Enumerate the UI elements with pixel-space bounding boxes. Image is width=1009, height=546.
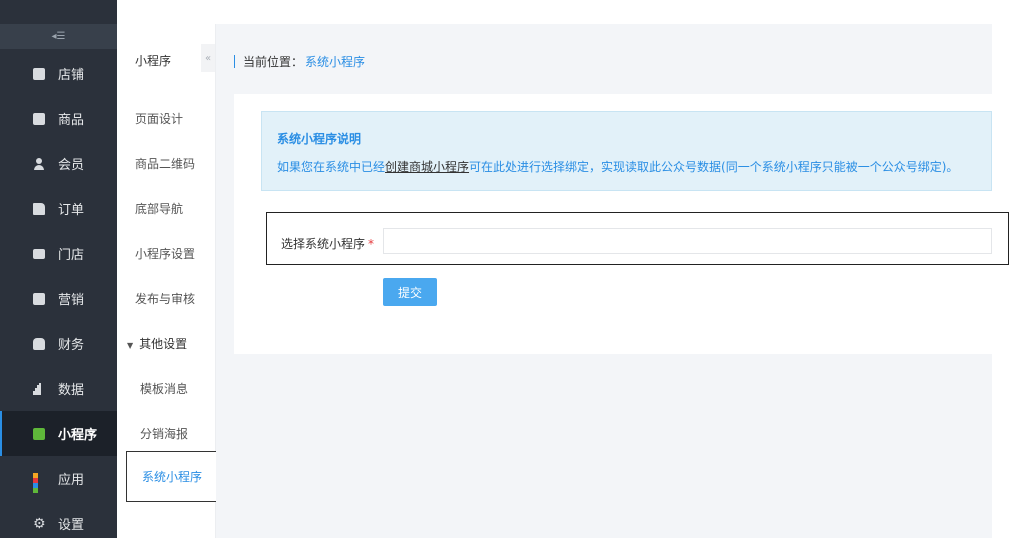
sidebar-item-store[interactable]: 店铺 (0, 51, 117, 96)
form-label-text: 选择系统小程序 (281, 237, 366, 251)
submenu-item-page-design[interactable]: 页面设计 (135, 110, 183, 127)
sidebar-item-branch-store[interactable]: 门店 (0, 231, 117, 276)
gift-icon (33, 292, 45, 305)
form-label: 选择系统小程序 * (281, 235, 374, 252)
notice-text-after: 可在此处进行选择绑定，实现读取此公众号数据(同一个系统小程序只能被一个公众号绑定… (469, 160, 959, 174)
caret-down-icon: ▼ (127, 341, 134, 350)
mini-program-icon (33, 427, 45, 440)
branch-store-icon (33, 248, 45, 259)
sidebar-item-member[interactable]: 会员 (0, 141, 117, 186)
sidebar-item-label: 数据 (58, 383, 85, 398)
sidebar-item-label: 店铺 (58, 68, 85, 83)
notice-text-before: 如果您在系统中已经 (277, 160, 386, 174)
sidebar-item-label: 会员 (58, 158, 85, 173)
notice-title: 系统小程序说明 (277, 132, 362, 146)
system-mini-program-select[interactable] (383, 228, 992, 254)
sidebar-item-marketing[interactable]: 营销 (0, 276, 117, 321)
sidebar-item-label: 营销 (58, 293, 85, 308)
store-icon (33, 67, 45, 80)
submenu-collapse-button[interactable]: « (201, 44, 215, 72)
submenu-item-system-mini-program[interactable]: 系统小程序 (126, 451, 218, 502)
sidebar-item-label: 订单 (58, 203, 85, 218)
member-icon (33, 157, 45, 170)
required-mark: * (368, 237, 375, 251)
sidebar-item-label: 小程序 (58, 428, 98, 443)
submenu-item-distribution-poster[interactable]: 分销海报 (140, 425, 188, 442)
money-bag-icon (33, 337, 45, 350)
submenu-item-mini-settings[interactable]: 小程序设置 (135, 245, 195, 262)
submenu-item-publish-review[interactable]: 发布与审核 (135, 290, 195, 307)
submenu-item-goods-qrcode[interactable]: 商品二维码 (135, 155, 195, 172)
bar-chart-icon (33, 382, 45, 395)
sidebar-item-data[interactable]: 数据 (0, 366, 117, 411)
breadcrumb-current[interactable]: 系统小程序 (305, 53, 365, 70)
sidebar-item-label: 商品 (58, 113, 85, 128)
submenu-title: 小程序 (135, 54, 172, 68)
sidebar-collapse-toggle[interactable]: ◂☰ (0, 24, 117, 49)
order-icon (33, 202, 45, 215)
sidebar-item-label: 设置 (58, 518, 85, 533)
breadcrumb-prefix: 当前位置： (243, 55, 304, 69)
primary-sidebar: ◂☰ 店铺 商品 会员 订单 门店 营销 财务 数据 小程序 应用 ⚙ 设置 (0, 0, 117, 538)
submenu-group-other-settings[interactable]: ▼ 其他设置 (127, 335, 187, 352)
sidebar-item-finance[interactable]: 财务 (0, 321, 117, 366)
sidebar-item-apps[interactable]: 应用 (0, 456, 117, 501)
sidebar-item-order[interactable]: 订单 (0, 186, 117, 231)
submenu-item-bottom-nav[interactable]: 底部导航 (135, 200, 183, 217)
sidebar-item-mini-program[interactable]: 小程序 (0, 411, 117, 456)
apps-icon (33, 472, 45, 493)
secondary-menu: 小程序 « 页面设计 商品二维码 底部导航 小程序设置 发布与审核 ▼ 其他设置 … (117, 24, 218, 538)
double-chevron-left-icon: « (204, 52, 212, 64)
breadcrumb: 当前位置： 系统小程序 (234, 53, 365, 70)
submenu-item-template-message[interactable]: 模板消息 (140, 380, 188, 397)
gear-icon: ⚙ (33, 515, 46, 532)
submenu-group-label: 其他设置 (139, 337, 188, 351)
submit-button[interactable]: 提交 (383, 278, 437, 306)
info-notice: 系统小程序说明 如果您在系统中已经创建商城小程序可在此处进行选择绑定，实现读取此… (261, 111, 992, 191)
sidebar-item-goods[interactable]: 商品 (0, 96, 117, 141)
goods-icon (33, 112, 45, 125)
notice-text: 如果您在系统中已经创建商城小程序可在此处进行选择绑定，实现读取此公众号数据(同一… (277, 158, 958, 175)
main-content: 当前位置： 系统小程序 系统小程序说明 如果您在系统中已经创建商城小程序可在此处… (216, 24, 992, 538)
create-mini-program-link[interactable]: 创建商城小程序 (385, 160, 469, 174)
breadcrumb-bar (234, 55, 235, 68)
system-mini-program-form-row: 选择系统小程序 * (266, 212, 1009, 265)
sidebar-item-label: 门店 (58, 248, 85, 263)
sidebar-item-settings[interactable]: ⚙ 设置 (0, 501, 117, 546)
sidebar-item-label: 应用 (58, 473, 85, 488)
sidebar-item-label: 财务 (58, 338, 85, 353)
collapse-menu-icon: ◂☰ (51, 31, 66, 42)
